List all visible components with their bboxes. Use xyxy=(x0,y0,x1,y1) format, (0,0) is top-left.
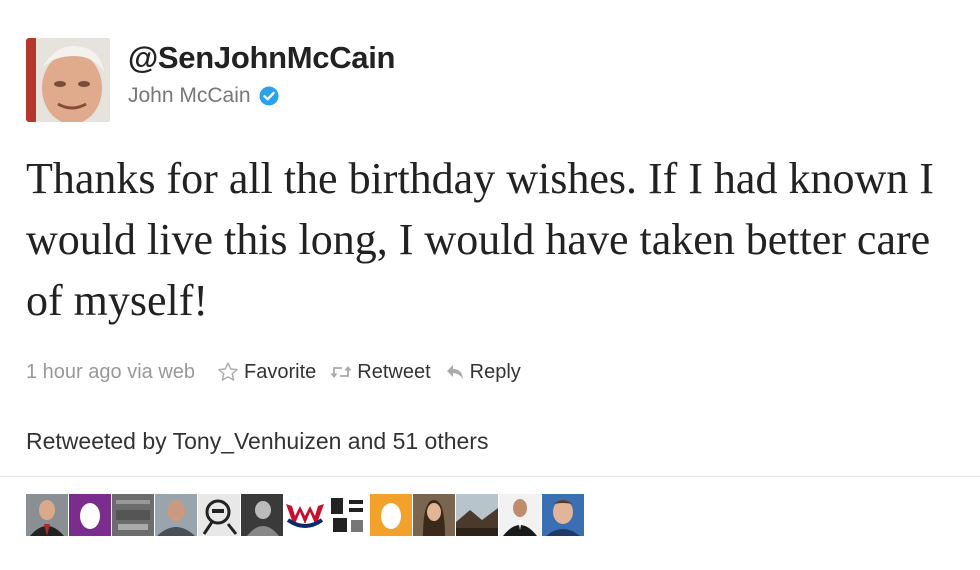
avatar-man-suit[interactable] xyxy=(26,494,68,536)
avatar-man-portrait[interactable] xyxy=(155,494,197,536)
verified-badge-icon xyxy=(259,86,279,106)
retweet-button[interactable]: Retweet xyxy=(330,360,431,384)
avatar-capitals-logo[interactable] xyxy=(284,494,326,536)
avatar-egg-orange[interactable] xyxy=(370,494,412,536)
avatar-bw-photo[interactable] xyxy=(241,494,283,536)
avatar-egg-purple[interactable] xyxy=(69,494,111,536)
retweeter-avatars xyxy=(26,494,584,536)
profile-handle[interactable]: @SenJohnMcCain xyxy=(128,40,395,76)
favorite-button[interactable]: Favorite xyxy=(217,361,316,384)
divider xyxy=(0,476,980,477)
star-icon xyxy=(218,362,238,381)
reply-label: Reply xyxy=(469,360,521,383)
avatar-woman[interactable] xyxy=(413,494,455,536)
avatar-man-smiling[interactable] xyxy=(542,494,584,536)
avatar-gray-texture[interactable] xyxy=(112,494,154,536)
tweet-meta: 1 hour ago via web Favorite Retweet Repl… xyxy=(26,358,535,386)
profile-avatar[interactable] xyxy=(26,38,110,122)
profile-display-name[interactable]: John McCain xyxy=(128,84,251,108)
avatar-landscape[interactable] xyxy=(456,494,498,536)
avatar-typography[interactable] xyxy=(327,494,369,536)
favorite-label: Favorite xyxy=(244,360,317,383)
reply-icon xyxy=(446,365,463,379)
avatar-bw-cartoon[interactable] xyxy=(198,494,240,536)
tweet-timestamp[interactable]: 1 hour ago via web xyxy=(26,361,195,384)
tweet-header: @SenJohnMcCain John McCain xyxy=(26,38,926,122)
tweet-text: Thanks for all the birthday wishes. If I… xyxy=(26,154,934,325)
retweet-icon xyxy=(331,366,352,378)
avatar-man-dark-suit[interactable] xyxy=(499,494,541,536)
name-row: John McCain xyxy=(128,84,279,108)
retweeted-by-text[interactable]: Retweeted by Tony_Venhuizen and 51 other… xyxy=(26,428,488,455)
retweet-label: Retweet xyxy=(357,360,431,383)
reply-button[interactable]: Reply xyxy=(445,361,521,384)
